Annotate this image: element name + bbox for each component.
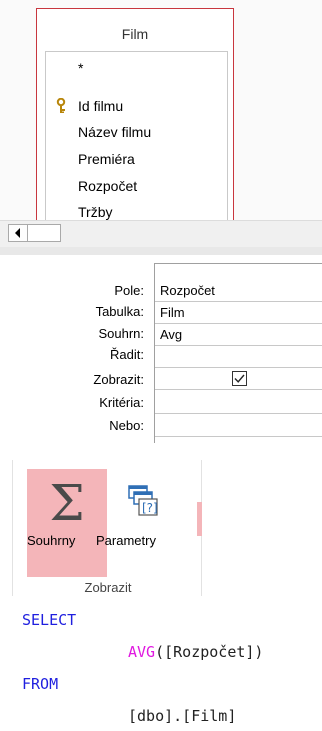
sql-select-keyword: SELECT [22, 611, 77, 629]
field-rozpocet[interactable]: Rozpočet [78, 178, 137, 194]
query-design-grid: Pole: Tabulka: Souhrn: Řadit: Zobrazit: … [0, 255, 322, 445]
primary-key-icon [56, 98, 66, 113]
field-list: * Id filmu Název filmu Premiéra Rozpočet… [45, 51, 228, 221]
row-label-souhrn: Souhrn: [98, 326, 144, 341]
ribbon: Σ Souhrny [?] Parametry Zobrazit [0, 452, 322, 597]
show-checkbox[interactable] [232, 371, 247, 386]
sql-function-args: ([Rozpočet]) [155, 643, 264, 661]
row-label-tabulka: Tabulka: [95, 304, 144, 319]
row-label-nebo: Nebo: [109, 418, 144, 433]
parameters-button[interactable]: [?] Parametry [96, 469, 197, 577]
cell-value-tabulka: Film [160, 305, 185, 320]
grid-cell-nebo[interactable] [155, 415, 322, 437]
query-designer-pane: Film * Id filmu Název filmu Premiéra Roz… [0, 0, 322, 247]
totals-button-label: Souhrny [27, 533, 76, 548]
grid-cell-tabulka[interactable]: Film [155, 302, 322, 324]
arrow-left-icon [15, 228, 20, 238]
sql-view[interactable]: SELECT AVG([Rozpočet]) FROM [dbo].[Film] [0, 597, 322, 731]
design-canvas: Film * Id filmu Název filmu Premiéra Roz… [0, 0, 322, 221]
grid-cell-radit[interactable] [155, 346, 322, 368]
grid-cell-souhrn[interactable]: Avg [155, 324, 322, 346]
cell-value-pole: Rozpočet [160, 283, 215, 298]
parameters-icon: [?] [128, 485, 158, 516]
scroll-thumb[interactable] [27, 224, 61, 242]
sigma-icon: Σ [49, 474, 85, 532]
sql-function-avg: AVG [128, 643, 156, 661]
row-label-kriteria: Kritéria: [99, 395, 144, 410]
table-film[interactable]: Film * Id filmu Název filmu Premiéra Roz… [36, 8, 234, 221]
grid-cell-pole[interactable]: Rozpočet [155, 280, 322, 302]
sql-select-expression: AVG([Rozpočet]) [128, 643, 263, 661]
cell-value-souhrn: Avg [160, 327, 183, 342]
pane-splitter[interactable] [0, 247, 322, 255]
sql-table-reference: [dbo].[Film] [128, 707, 237, 725]
field-all-columns[interactable]: * [78, 60, 83, 76]
sql-from-keyword: FROM [22, 675, 59, 693]
grid-cell-zobrazit[interactable] [155, 368, 322, 390]
ribbon-group-label: Zobrazit [84, 580, 132, 595]
horizontal-scrollbar[interactable] [0, 220, 322, 247]
field-id-filmu[interactable]: Id filmu [78, 98, 123, 114]
row-label-pole: Pole: [114, 283, 144, 298]
selection-marker [197, 502, 202, 536]
field-premiera[interactable]: Premiéra [78, 151, 135, 167]
grid-cell-kriteria[interactable] [155, 392, 322, 414]
totals-button[interactable]: Σ Souhrny [27, 469, 107, 577]
ribbon-group-zobrazit: Σ Souhrny [?] Parametry Zobrazit [12, 460, 202, 596]
grid-column: Rozpočet Film Avg [154, 263, 322, 443]
row-label-radit: Řadit: [110, 347, 144, 362]
checkmark-icon [234, 374, 245, 383]
svg-text:[?]: [?] [142, 501, 158, 515]
parameters-button-label: Parametry [96, 533, 156, 548]
table-title: Film [121, 26, 149, 42]
row-label-zobrazit: Zobrazit: [93, 372, 144, 387]
field-nazev-filmu[interactable]: Název filmu [78, 124, 151, 140]
scroll-left-button[interactable] [8, 224, 28, 242]
field-trzby[interactable]: Tržby [78, 204, 112, 220]
